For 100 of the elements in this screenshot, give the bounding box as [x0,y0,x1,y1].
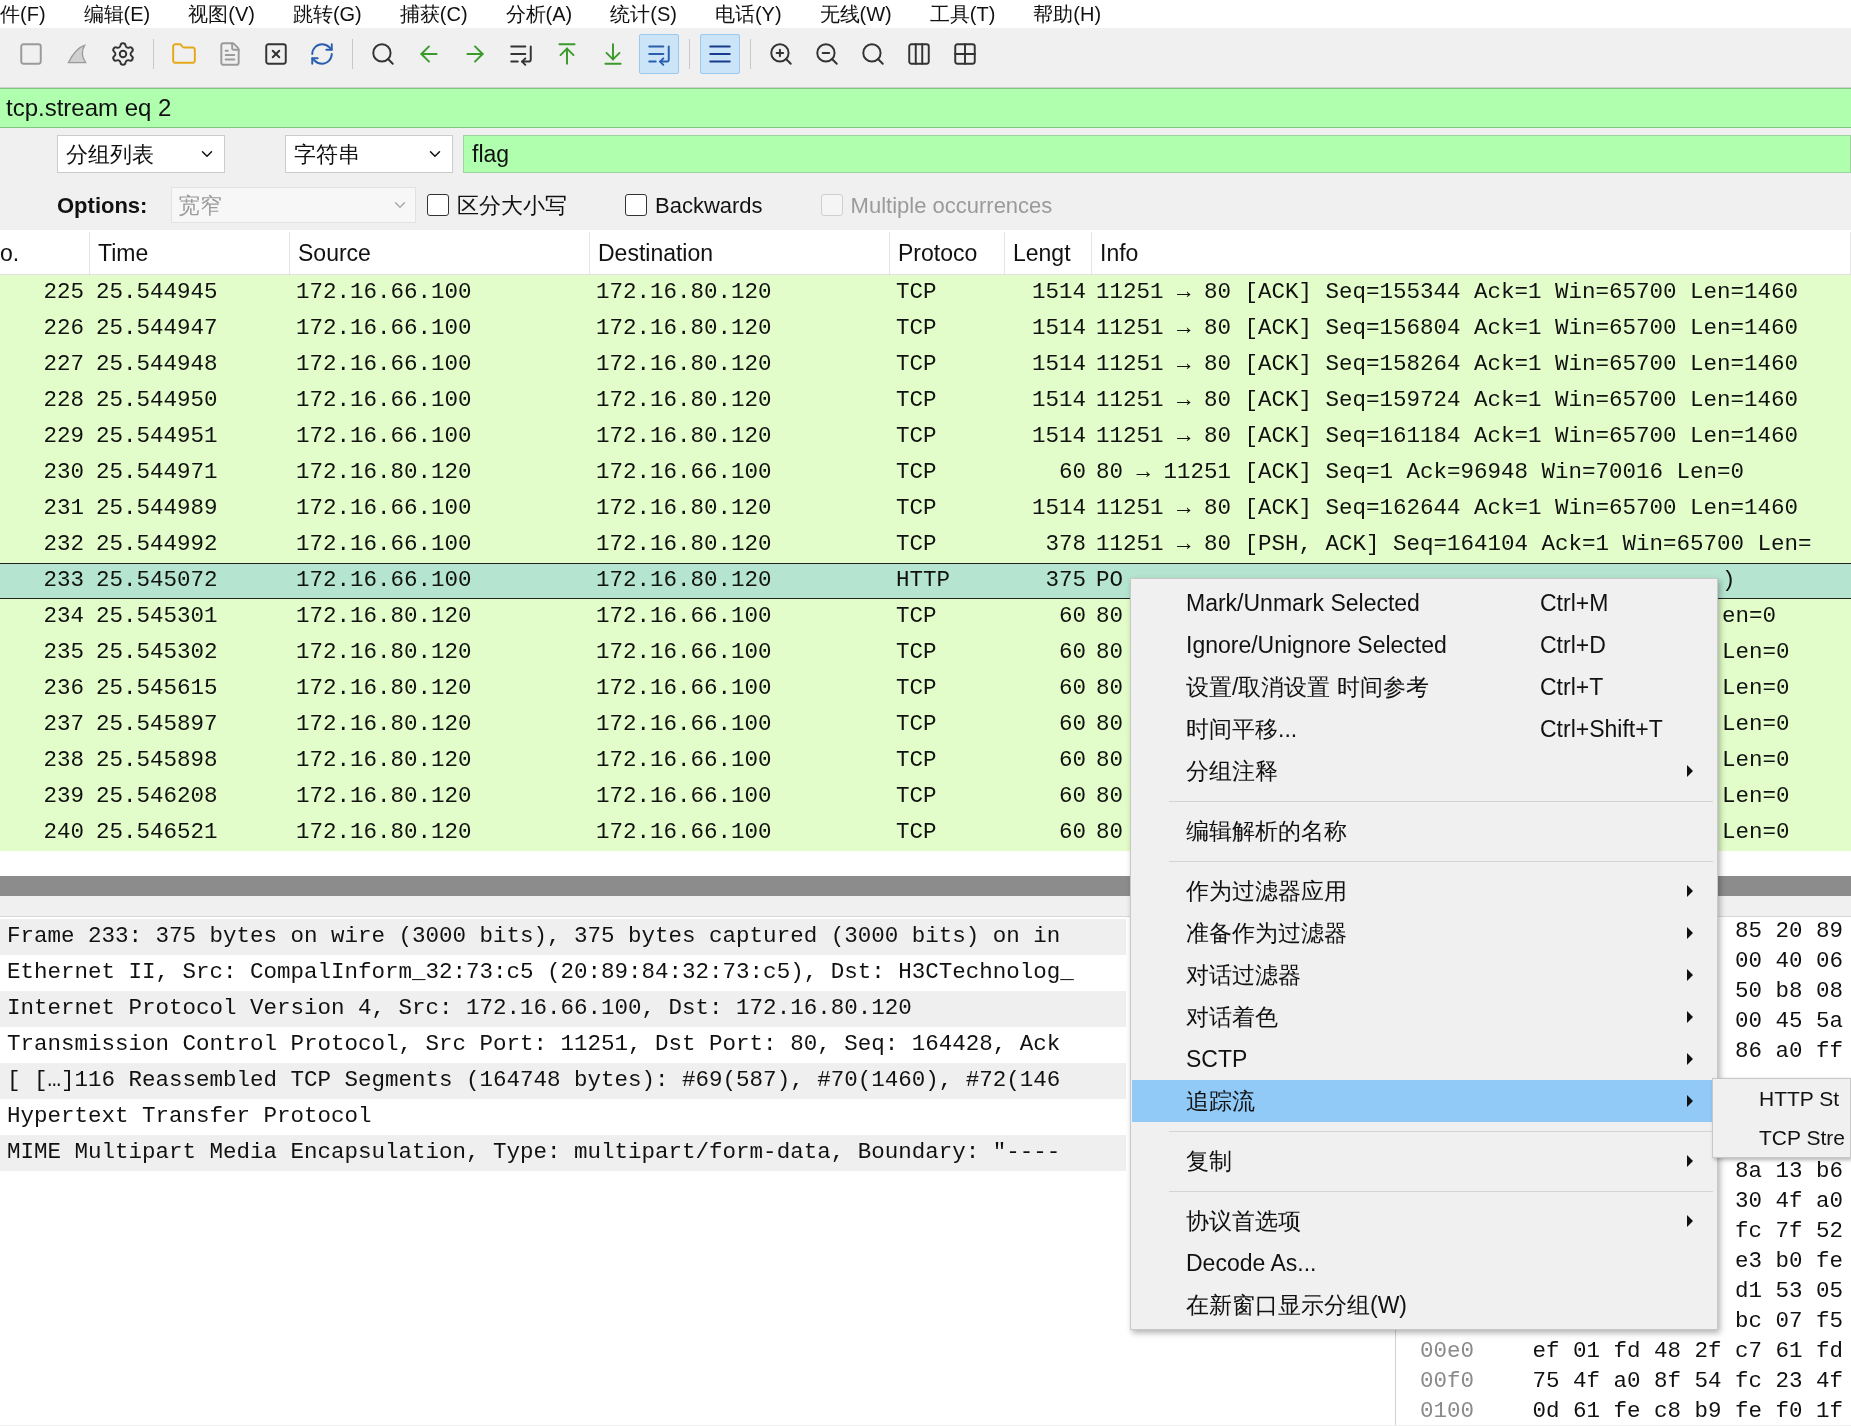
packet-row[interactable]: 229 25.544951 172.16.66.100 172.16.80.120 TCP 1514 11251 → 80 [ACK] Seq=161184 Ack=1 Win=65700 Len=1460 [0,419,1851,455]
submenu-arrow-icon [1686,1154,1694,1168]
menu-bar-item[interactable]: 分析(A) [505,4,573,24]
column-header[interactable]: Protoco [890,232,1005,274]
table-cell-text: 172.16.66.100 [595,674,773,704]
hex-bytes: 30 4f a0 [1734,1187,1843,1217]
menu-item[interactable]: HTTP St [1713,1079,1850,1118]
table-cell-text: 172.16.80.120 [295,818,473,848]
menu-item[interactable]: Decode As... [1132,1242,1716,1284]
column-header[interactable]: Time [90,232,290,274]
table-cell-text: 1514 [1031,350,1087,380]
checkbox[interactable] [625,194,647,216]
table-cell-text: 25.544950 [95,386,218,416]
table-cell-text: 11251 → 80 [PSH, ACK] Seq=164104 Ack=1 Win=65700 Len= [1096,530,1812,560]
menu-item[interactable]: TCP Stre [1713,1118,1850,1157]
table-cell-text: 25.546208 [95,782,218,812]
menu-bar-item[interactable]: 编辑(E) [83,4,151,24]
packet-row[interactable]: 226 25.544947 172.16.66.100 172.16.80.120 TCP 1514 11251 → 80 [ACK] Seq=156804 Ack=1 Win=65700 Len=1460 [0,311,1851,347]
table-cell-text: 25.545615 [95,674,218,704]
search-field[interactable]: flag [463,135,1851,173]
checkbox-label: Backwards [655,191,763,220]
hex-bytes: 85 20 89 [1734,917,1843,947]
table-cell-text: 1514 [1031,278,1087,308]
packet-row[interactable]: 230 25.544971 172.16.80.120 172.16.66.100 TCP 60 80 → 11251 [ACK] Seq=1 Ack=96948 Win=70016 Len=0 [0,455,1851,491]
table-cell-text: 234 [42,602,85,632]
table-cell-text: 80 [1096,638,1123,668]
menu-bar-item[interactable]: 件(F) [0,4,46,24]
menu-item[interactable]: 复制 [1132,1140,1716,1182]
columns-icon [906,41,932,67]
table-cell-text: 233 [42,566,85,596]
table-cell-text: 230 [42,458,85,488]
table-cell-text: 172.16.80.120 [295,710,473,740]
type-dropdown[interactable]: 字符串 [285,135,453,173]
table-cell-text: 229 [42,422,85,452]
column-header[interactable]: o. [0,232,90,274]
display-filter-field[interactable]: tcp.stream eq 2 [0,88,1851,128]
table-cell-text: 11251 → 80 [ACK] Seq=156804 Ack=1 Win=65700 Len=1460 [1096,314,1799,344]
hex-bytes: 0d 61 fe c8 b9 fe f0 1f [1532,1397,1843,1426]
table-cell-text: TCP [895,782,938,812]
table-cell-text: 172.16.66.100 [295,422,473,452]
table-cell-text: 172.16.66.100 [595,602,773,632]
menu-item[interactable]: 对话过滤器 [1132,954,1716,996]
close-icon [263,41,289,67]
packet-row[interactable]: 232 25.544992 172.16.66.100 172.16.80.120 TCP 378 11251 → 80 [PSH, ACK] Seq=164104 Ack=1 Win=65700 Len= [0,527,1851,563]
menu-item[interactable]: 作为过滤器应用 [1132,870,1716,912]
table-cell-text: 172.16.66.100 [595,782,773,812]
packet-row[interactable]: 227 25.544948 172.16.66.100 172.16.80.120 TCP 1514 11251 → 80 [ACK] Seq=158264 Ack=1 Win=65700 Len=1460 [0,347,1851,383]
table-cell-text: 25.545302 [95,638,218,668]
table-cell-text: 172.16.66.100 [295,350,473,380]
menu-bar-item[interactable]: 跳转(G) [292,4,362,24]
table-cell-text: 240 [42,818,85,848]
table-cell-text: 25.546521 [95,818,218,848]
scope-dropdown[interactable]: 分组列表 [57,135,225,173]
zoom-out-icon [814,41,840,67]
menu-item[interactable]: SCTP [1132,1038,1716,1080]
packet-row[interactable]: 225 25.544945 172.16.66.100 172.16.80.120 TCP 1514 11251 → 80 [ACK] Seq=155344 Ack=1 Win=65700 Len=1460 [0,275,1851,311]
table-cell-text: Len=0 [1722,710,1790,740]
table-cell-text: 80 [1096,746,1123,776]
folder-icon [171,41,197,67]
table-cell-text: 172.16.80.120 [295,674,473,704]
menu-bar-item[interactable]: 无线(W) [819,4,892,24]
menu-item[interactable]: 对话着色 [1132,996,1716,1038]
menu-bar-item[interactable]: 电话(Y) [714,4,782,24]
hex-bytes: 86 a0 ff [1734,1037,1843,1067]
table-cell-text: Len=0 [1722,746,1790,776]
table-cell-text: 172.16.80.120 [295,458,473,488]
menu-bar-item[interactable]: 统计(S) [610,4,677,24]
toolbar-button[interactable] [700,34,740,74]
column-header[interactable]: Destination [590,232,890,274]
table-cell-text: TCP [895,386,938,416]
table-cell-text: TCP [895,494,938,524]
toolbar-button[interactable] [639,34,679,74]
menu-bar-item[interactable]: 视图(V) [188,4,255,24]
checkbox[interactable] [427,194,449,216]
table-cell-text: 228 [42,386,85,416]
table-cell-text: 25.544971 [95,458,218,488]
table-cell-text: 172.16.80.120 [595,494,773,524]
table-cell-text: 237 [42,710,85,740]
menu-bar-item[interactable]: 工具(T) [929,4,996,24]
table-cell-text: 25.545897 [95,710,218,740]
table-cell-text: 172.16.66.100 [595,746,773,776]
packet-row[interactable]: 228 25.544950 172.16.66.100 172.16.80.120 TCP 1514 11251 → 80 [ACK] Seq=159724 Ack=1 Win=65700 Len=1460 [0,383,1851,419]
menu-item[interactable]: 协议首选项 [1132,1200,1716,1242]
menu-item[interactable]: 准备作为过滤器 [1132,912,1716,954]
column-header[interactable]: Info [1092,232,1851,274]
table-cell-text: 375 [1044,566,1087,596]
checkbox-label: 区分大小写 [457,191,567,220]
column-header[interactable]: Source [290,232,590,274]
table-cell-text: 172.16.66.100 [295,278,473,308]
packet-row[interactable]: 231 25.544989 172.16.66.100 172.16.80.120 TCP 1514 11251 → 80 [ACK] Seq=162644 Ack=1 Win=65700 Len=1460 [0,491,1851,527]
submenu-arrow-icon [1686,968,1694,982]
menu-bar-item[interactable]: 捕获(C) [399,4,468,24]
table-cell-text: 232 [42,530,85,560]
reload-icon [309,41,335,67]
hex-bytes: 75 4f a0 8f 54 fc 23 4f [1532,1367,1843,1397]
column-header[interactable]: Lengt [1005,232,1092,274]
table-cell-text: 235 [42,638,85,668]
menu-bar-item[interactable]: 帮助(H) [1033,4,1102,24]
menu-item[interactable]: 在新窗口显示分组(W) [1132,1284,1716,1326]
table-cell-text: 172.16.80.120 [295,638,473,668]
